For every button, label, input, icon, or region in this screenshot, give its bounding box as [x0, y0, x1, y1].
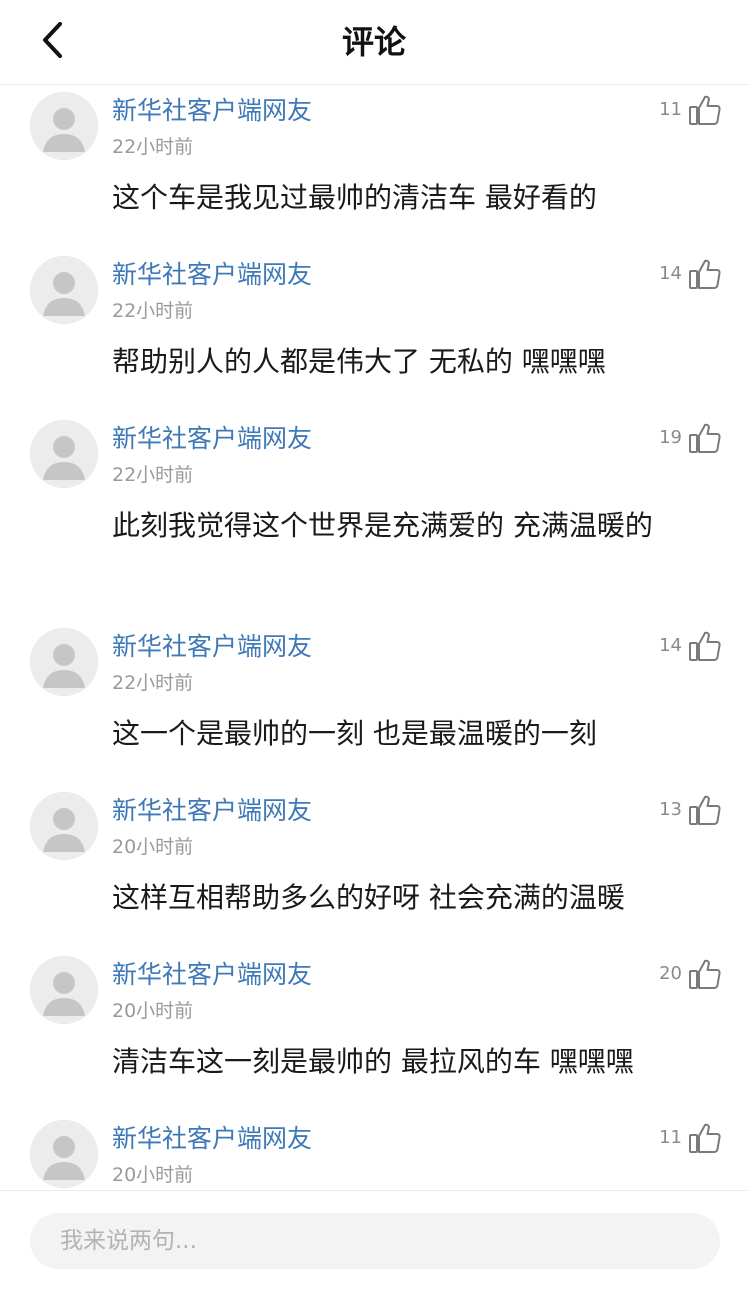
comment-text: 这样互相帮助多么的好呀 社会充满的温暖	[112, 881, 625, 914]
comment-input-bar	[0, 1190, 748, 1291]
comment-item: 新华社客户端网友 20小时前 20 清洁车这一刻是最帅的 最拉风的车 嘿嘿嘿	[0, 952, 748, 1112]
comment-list[interactable]: 新华社客户端网友 22小时前 11 这个车是我见过最帅的清洁车 最好看的 新华社…	[0, 84, 748, 1190]
comment-item: 新华社客户端网友 22小时前 14 帮助别人的人都是伟大了 无私的 嘿嘿嘿	[0, 252, 748, 412]
comment-time: 22小时前	[112, 672, 194, 694]
like-button[interactable]: 14	[659, 626, 722, 666]
comment-time: 20小时前	[112, 1000, 194, 1022]
user-name[interactable]: 新华社客户端网友	[112, 630, 312, 664]
user-name[interactable]: 新华社客户端网友	[112, 958, 312, 992]
default-avatar-icon	[30, 956, 98, 1024]
thumbs-up-icon	[689, 259, 721, 289]
comment-time: 22小时前	[112, 300, 194, 322]
comment-item: 新华社客户端网友 20小时前 13 这样互相帮助多么的好呀 社会充满的温暖	[0, 788, 748, 948]
user-name[interactable]: 新华社客户端网友	[112, 258, 312, 292]
thumbs-up-icon	[689, 631, 721, 661]
like-button[interactable]: 11	[659, 90, 722, 130]
comment-text: 这一个是最帅的一刻 也是最温暖的一刻	[112, 717, 597, 750]
comment-item: 新华社客户端网友 22小时前 11 这个车是我见过最帅的清洁车 最好看的	[0, 88, 748, 248]
comment-time: 20小时前	[112, 836, 194, 858]
user-name[interactable]: 新华社客户端网友	[112, 794, 312, 828]
user-name[interactable]: 新华社客户端网友	[112, 1122, 312, 1156]
comment-item: 新华社客户端网友 22小时前 14 这一个是最帅的一刻 也是最温暖的一刻	[0, 624, 748, 784]
avatar[interactable]	[30, 628, 98, 696]
comment-text: 这个车是我见过最帅的清洁车 最好看的	[112, 181, 597, 214]
thumbs-up-icon	[689, 1123, 721, 1153]
comment-text: 帮助别人的人都是伟大了 无私的 嘿嘿嘿	[112, 345, 606, 378]
comment-text: 清洁车这一刻是最帅的 最拉风的车 嘿嘿嘿	[112, 1045, 634, 1078]
comment-time: 20小时前	[112, 1164, 194, 1186]
like-count: 20	[659, 963, 682, 984]
like-button[interactable]: 19	[659, 418, 722, 458]
like-button[interactable]: 14	[659, 254, 722, 294]
avatar[interactable]	[30, 92, 98, 160]
page-title: 评论	[341, 23, 406, 61]
like-button[interactable]: 20	[659, 954, 722, 994]
avatar[interactable]	[30, 420, 98, 488]
like-count: 14	[659, 263, 682, 284]
user-name[interactable]: 新华社客户端网友	[112, 94, 312, 128]
comment-item: 新华社客户端网友 20小时前 11	[0, 1116, 748, 1190]
comment-input[interactable]	[30, 1213, 720, 1269]
like-count: 19	[659, 427, 682, 448]
comment-time: 22小时前	[112, 464, 194, 486]
default-avatar-icon	[30, 1120, 98, 1188]
comment-text: 此刻我觉得这个世界是充满爱的 充满温暖的	[112, 509, 653, 542]
thumbs-up-icon	[689, 959, 721, 989]
like-count: 11	[659, 99, 682, 120]
thumbs-up-icon	[689, 95, 721, 125]
like-button[interactable]: 13	[659, 790, 722, 830]
avatar[interactable]	[30, 256, 98, 324]
avatar[interactable]	[30, 792, 98, 860]
comment-item: 新华社客户端网友 22小时前 19 此刻我觉得这个世界是充满爱的 充满温暖的	[0, 416, 748, 620]
like-count: 11	[659, 1127, 682, 1148]
default-avatar-icon	[30, 792, 98, 860]
thumbs-up-icon	[689, 795, 721, 825]
comment-time: 22小时前	[112, 136, 194, 158]
default-avatar-icon	[30, 256, 98, 324]
default-avatar-icon	[30, 92, 98, 160]
like-count: 14	[659, 635, 682, 656]
default-avatar-icon	[30, 628, 98, 696]
thumbs-up-icon	[689, 423, 721, 453]
default-avatar-icon	[30, 420, 98, 488]
top-bar: 评论	[0, 0, 748, 85]
avatar[interactable]	[30, 956, 98, 1024]
like-count: 13	[659, 799, 682, 820]
user-name[interactable]: 新华社客户端网友	[112, 422, 312, 456]
like-button[interactable]: 11	[659, 1118, 722, 1158]
avatar[interactable]	[30, 1120, 98, 1188]
